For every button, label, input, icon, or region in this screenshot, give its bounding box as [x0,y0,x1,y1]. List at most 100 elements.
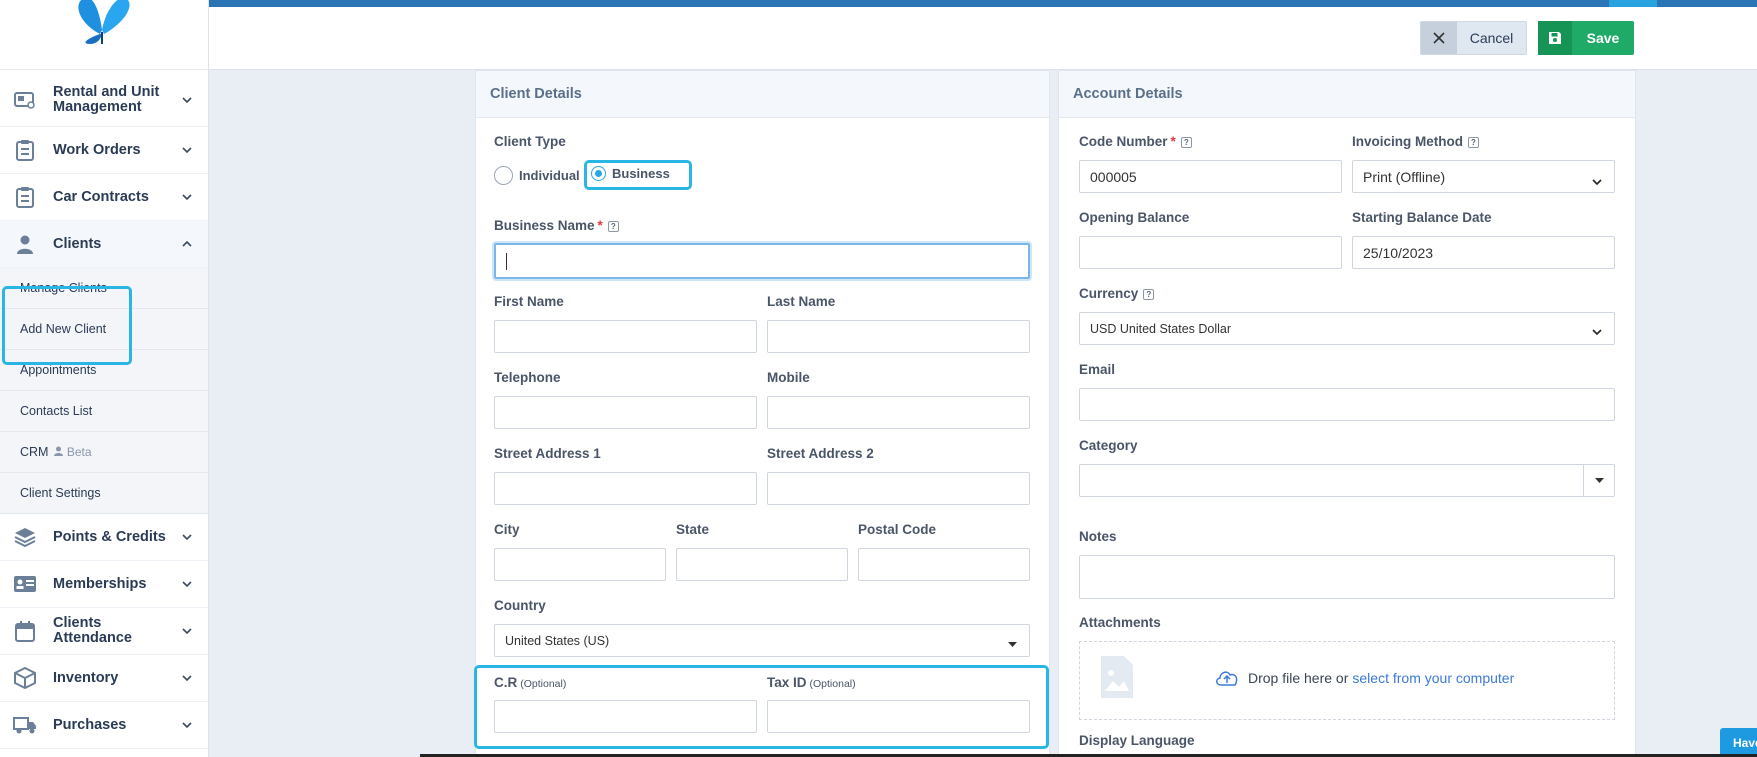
help-icon[interactable]: ? [1180,136,1192,148]
code-number-input[interactable]: 000005 [1079,160,1342,193]
sidebar-item-inventory[interactable]: Inventory [0,655,208,702]
attachments-label: Attachments [1079,615,1161,630]
category-select[interactable] [1079,464,1615,497]
last-name-input[interactable] [767,320,1030,353]
radio-circle-selected [591,166,606,181]
postal-code-label: Postal Code [858,522,937,537]
starting-balance-date-label: Starting Balance Date [1352,210,1492,225]
cancel-button[interactable]: Cancel [1420,21,1527,55]
submenu-crm-label: CRM [20,445,49,459]
invoicing-method-select[interactable]: Print (Offline) [1352,160,1615,193]
save-button[interactable]: Save [1538,21,1634,55]
category-dropdown-button[interactable] [1583,465,1614,496]
sidebar-item-label: Purchases [53,716,127,733]
sidebar-item-points-credits[interactable]: Points & Credits [0,514,208,561]
country-select[interactable]: United States (US) [494,624,1030,657]
chevron-down-icon [180,534,194,540]
invoicing-method-value: Print (Offline) [1363,168,1446,185]
submenu-contacts-list[interactable]: Contacts List [0,391,208,432]
sidebar-item-memberships[interactable]: Memberships [0,561,208,608]
currency-label: Currency? [1079,286,1155,301]
required-asterisk: * [597,218,603,233]
street2-input[interactable] [767,472,1030,505]
client-type-label: Client Type [494,134,566,149]
currency-select[interactable]: USD United States Dollar [1079,312,1615,345]
chevron-down-icon [1592,172,1602,188]
business-name-label: Business Name *? [494,218,619,233]
box-icon [13,666,37,690]
sidebar-item-purchases[interactable]: Purchases [0,702,208,749]
code-number-label-text: Code Number [1079,134,1168,149]
display-language-label: Display Language [1079,733,1195,748]
chevron-down-icon [180,581,194,587]
tax-id-label: Tax ID (Optional) [767,675,856,690]
top-strip-tag [1609,0,1657,7]
help-icon[interactable]: ? [1468,136,1479,148]
radio-business[interactable]: Business [591,166,670,181]
user-icon [54,446,64,456]
chevron-down-icon [1592,324,1602,338]
street2-label: Street Address 2 [767,446,874,461]
sidebar-item-label: Car Contracts [53,188,149,205]
chevron-down-icon [180,628,194,634]
starting-balance-date-input[interactable]: 25/10/2023 [1352,236,1615,269]
sidebar-item-label: Memberships [53,575,147,592]
mobile-label: Mobile [767,370,810,385]
top-strip [209,0,1757,7]
submenu-add-new-client[interactable]: Add New Client [0,309,208,350]
help-icon[interactable]: ? [1143,288,1155,300]
select-from-computer-link[interactable]: select from your computer [1352,670,1514,686]
sidebar-item-clients-attendance[interactable]: Clients Attendance [0,608,208,655]
sidebar-item-label: Work Orders [53,141,141,158]
street1-label: Street Address 1 [494,446,601,461]
clipboard-icon [13,185,37,209]
submenu-client-settings[interactable]: Client Settings [0,473,208,514]
chevron-up-icon [180,241,194,247]
cloud-upload-icon [1216,671,1238,686]
city-input[interactable] [494,548,666,581]
sidebar: Rental and Unit Management Work Orders C… [0,0,209,757]
opening-balance-input[interactable] [1079,236,1342,269]
notes-textarea[interactable] [1079,555,1615,599]
dropzone-text: Drop file here or select from your compu… [1214,669,1514,687]
email-label: Email [1079,362,1116,377]
telephone-label: Telephone [494,370,561,385]
submenu-crm[interactable]: CRM Beta [0,432,208,473]
email-input[interactable] [1079,388,1615,421]
sidebar-item-clients[interactable]: Clients [0,221,208,268]
help-icon[interactable]: ? [607,220,619,232]
logo-area [0,0,208,70]
chevron-down-icon [180,194,194,200]
panel-title: Client Details [476,71,1049,118]
radio-individual[interactable]: Individual [494,166,580,185]
business-name-input[interactable] [494,243,1030,279]
state-input[interactable] [676,548,848,581]
sidebar-item-rental-unit-management[interactable]: Rental and Unit Management [0,73,208,127]
street1-input[interactable] [494,472,757,505]
beta-text: Beta [66,445,92,459]
cr-input[interactable] [494,700,757,733]
sidebar-item-label: Clients Attendance [53,615,132,646]
sidebar-item-work-orders[interactable]: Work Orders [0,127,208,174]
sidebar-item-car-contracts[interactable]: Car Contracts [0,174,208,221]
city-label: City [494,522,520,537]
calendar-icon [13,619,37,643]
cancel-label: Cancel [1469,30,1514,46]
currency-value: USD United States Dollar [1090,321,1232,336]
sidebar-item-label: Clients [53,235,102,252]
category-label: Category [1079,438,1138,453]
tax-id-input[interactable] [767,700,1030,733]
first-name-label: First Name [494,294,564,309]
submenu-manage-clients[interactable]: Manage Clients [0,268,208,309]
telephone-input[interactable] [494,396,757,429]
submenu-appointments[interactable]: Appointments [0,350,208,391]
help-chat-tab[interactable]: Have [1720,728,1757,757]
first-name-input[interactable] [494,320,757,353]
opening-balance-label: Opening Balance [1079,210,1190,225]
attachments-dropzone[interactable]: Drop file here or select from your compu… [1079,641,1615,720]
mobile-input[interactable] [767,396,1030,429]
invoicing-method-label-text: Invoicing Method [1352,134,1463,149]
clients-submenu: Manage Clients Add New Client Appointmen… [0,268,208,514]
postal-code-input[interactable] [858,548,1030,581]
beta-badge: Beta [54,445,92,459]
